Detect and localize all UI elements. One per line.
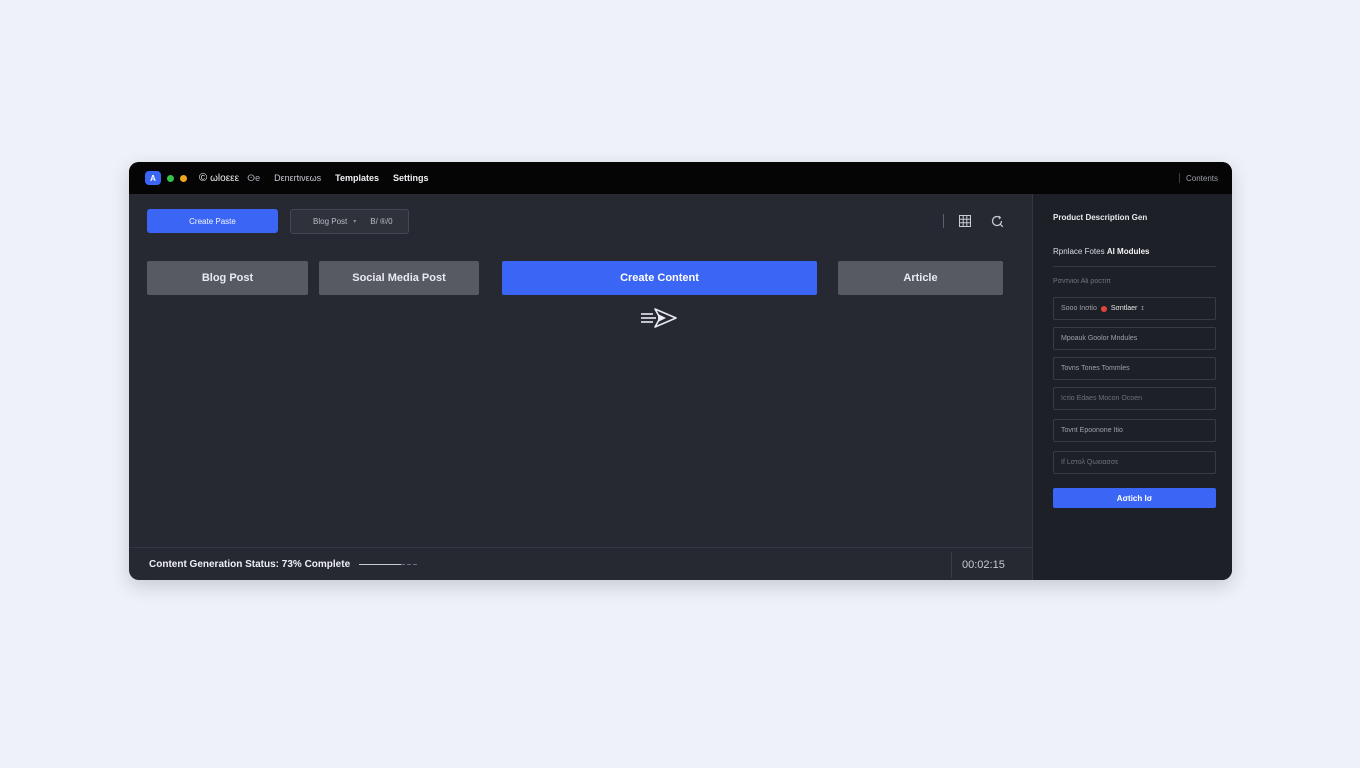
- panel-field-5[interactable]: Tovnt Epoonone Itio: [1053, 419, 1216, 442]
- social-media-post-button[interactable]: Social Media Post: [319, 261, 479, 295]
- field-text: Sooo Inσtio: [1061, 305, 1097, 312]
- field-tail: ɪ: [1141, 305, 1144, 312]
- title-bar: A © ωloεεε ⵙe Dεnεrtινεωs Templates Sett…: [129, 162, 1232, 194]
- create-paste-button[interactable]: Create Paste: [147, 209, 278, 233]
- status-dot-icon: [1100, 305, 1107, 312]
- grid-icon[interactable]: [958, 214, 972, 228]
- select-label: Blog Post: [313, 217, 348, 226]
- progress-fill: [359, 563, 402, 565]
- panel-title: Product Description Gen: [1053, 213, 1148, 222]
- field-text: Tovns Tones Tommles: [1061, 365, 1130, 372]
- window-dot-yellow[interactable]: [180, 174, 187, 182]
- panel-field-3[interactable]: Tovns Tones Tommles: [1053, 357, 1216, 380]
- panel-field-2[interactable]: Mpoauk Goolor Mndules: [1053, 327, 1216, 350]
- brand-sub[interactable]: ⵙe: [247, 173, 260, 184]
- status-text: Content Generation Status: 73% Complete: [149, 558, 351, 570]
- article-button[interactable]: Article: [838, 261, 1003, 295]
- app-window: A © ωloεεε ⵙe Dεnεrtινεωs Templates Sett…: [129, 162, 1232, 580]
- chevron-down-icon: ▾: [353, 219, 357, 225]
- progress-indicator: [359, 563, 418, 565]
- field-text: Icτio Edaes Mocon Ocoen: [1061, 395, 1142, 402]
- attach-button[interactable]: Aσtich Iσ: [1053, 488, 1216, 508]
- divider: [1178, 173, 1180, 183]
- panel-subtitle-strong: AI Modules: [1106, 247, 1150, 256]
- nav-item-templates[interactable]: Templates: [335, 173, 379, 183]
- panel-subtitle: Rpnlace Fotes AI Modules: [1053, 247, 1150, 256]
- field-text: Mpoauk Goolor Mndules: [1061, 335, 1138, 342]
- blog-post-button[interactable]: Blog Post: [147, 261, 308, 295]
- main-area: Create Paste Blog Post ▾ B/ ®/0 Blog Pos…: [129, 194, 1032, 580]
- field-text: Ιf Lστολ Qωειασσε: [1061, 459, 1119, 466]
- panel-section-label: Pσvτνιοι Alι ροcτιπ: [1053, 278, 1111, 285]
- content-type-select[interactable]: Blog Post ▾ B/ ®/0: [290, 209, 409, 234]
- status-bar: Content Generation Status: 73% Complete …: [129, 547, 1032, 580]
- nav-item-generators[interactable]: Dεnεrtινεωs: [274, 173, 321, 183]
- app-logo[interactable]: A: [145, 171, 161, 185]
- field-extra: Sσntlaer: [1110, 305, 1138, 312]
- window-dot-green[interactable]: [167, 174, 174, 182]
- divider: [951, 552, 952, 578]
- brand-mark: ©: [199, 172, 208, 184]
- select-value: B/ ®/0: [370, 217, 393, 226]
- brand[interactable]: © ωloεεε: [199, 172, 239, 184]
- title-bar-right: Contents: [1178, 162, 1232, 194]
- search-refresh-icon[interactable]: [990, 214, 1004, 228]
- panel-subtitle-prefix: Rpnlace Fotes: [1053, 247, 1105, 256]
- toolbar-tools: [943, 213, 1022, 229]
- divider: [1053, 266, 1216, 267]
- send-arrow-icon: [641, 308, 677, 328]
- brand-name: ωloεεε: [210, 172, 240, 184]
- nav-item-settings[interactable]: Settings: [393, 173, 429, 183]
- panel-field-6[interactable]: Ιf Lστολ Qωειασσε: [1053, 451, 1216, 474]
- create-content-button[interactable]: Create Content: [502, 261, 817, 295]
- field-text: Tovnt Epoonone Itio: [1061, 427, 1123, 434]
- contents-link[interactable]: Contents: [1186, 174, 1232, 183]
- panel-field-1[interactable]: Sooo Inσtio Sσntlaer ɪ: [1053, 297, 1216, 320]
- panel-field-4[interactable]: Icτio Edaes Mocon Ocoen: [1053, 387, 1216, 410]
- side-panel: Product Description Gen Rpnlace Fotes AI…: [1032, 194, 1232, 580]
- divider: [943, 214, 944, 228]
- elapsed-timer: 00:02:15: [962, 558, 1005, 571]
